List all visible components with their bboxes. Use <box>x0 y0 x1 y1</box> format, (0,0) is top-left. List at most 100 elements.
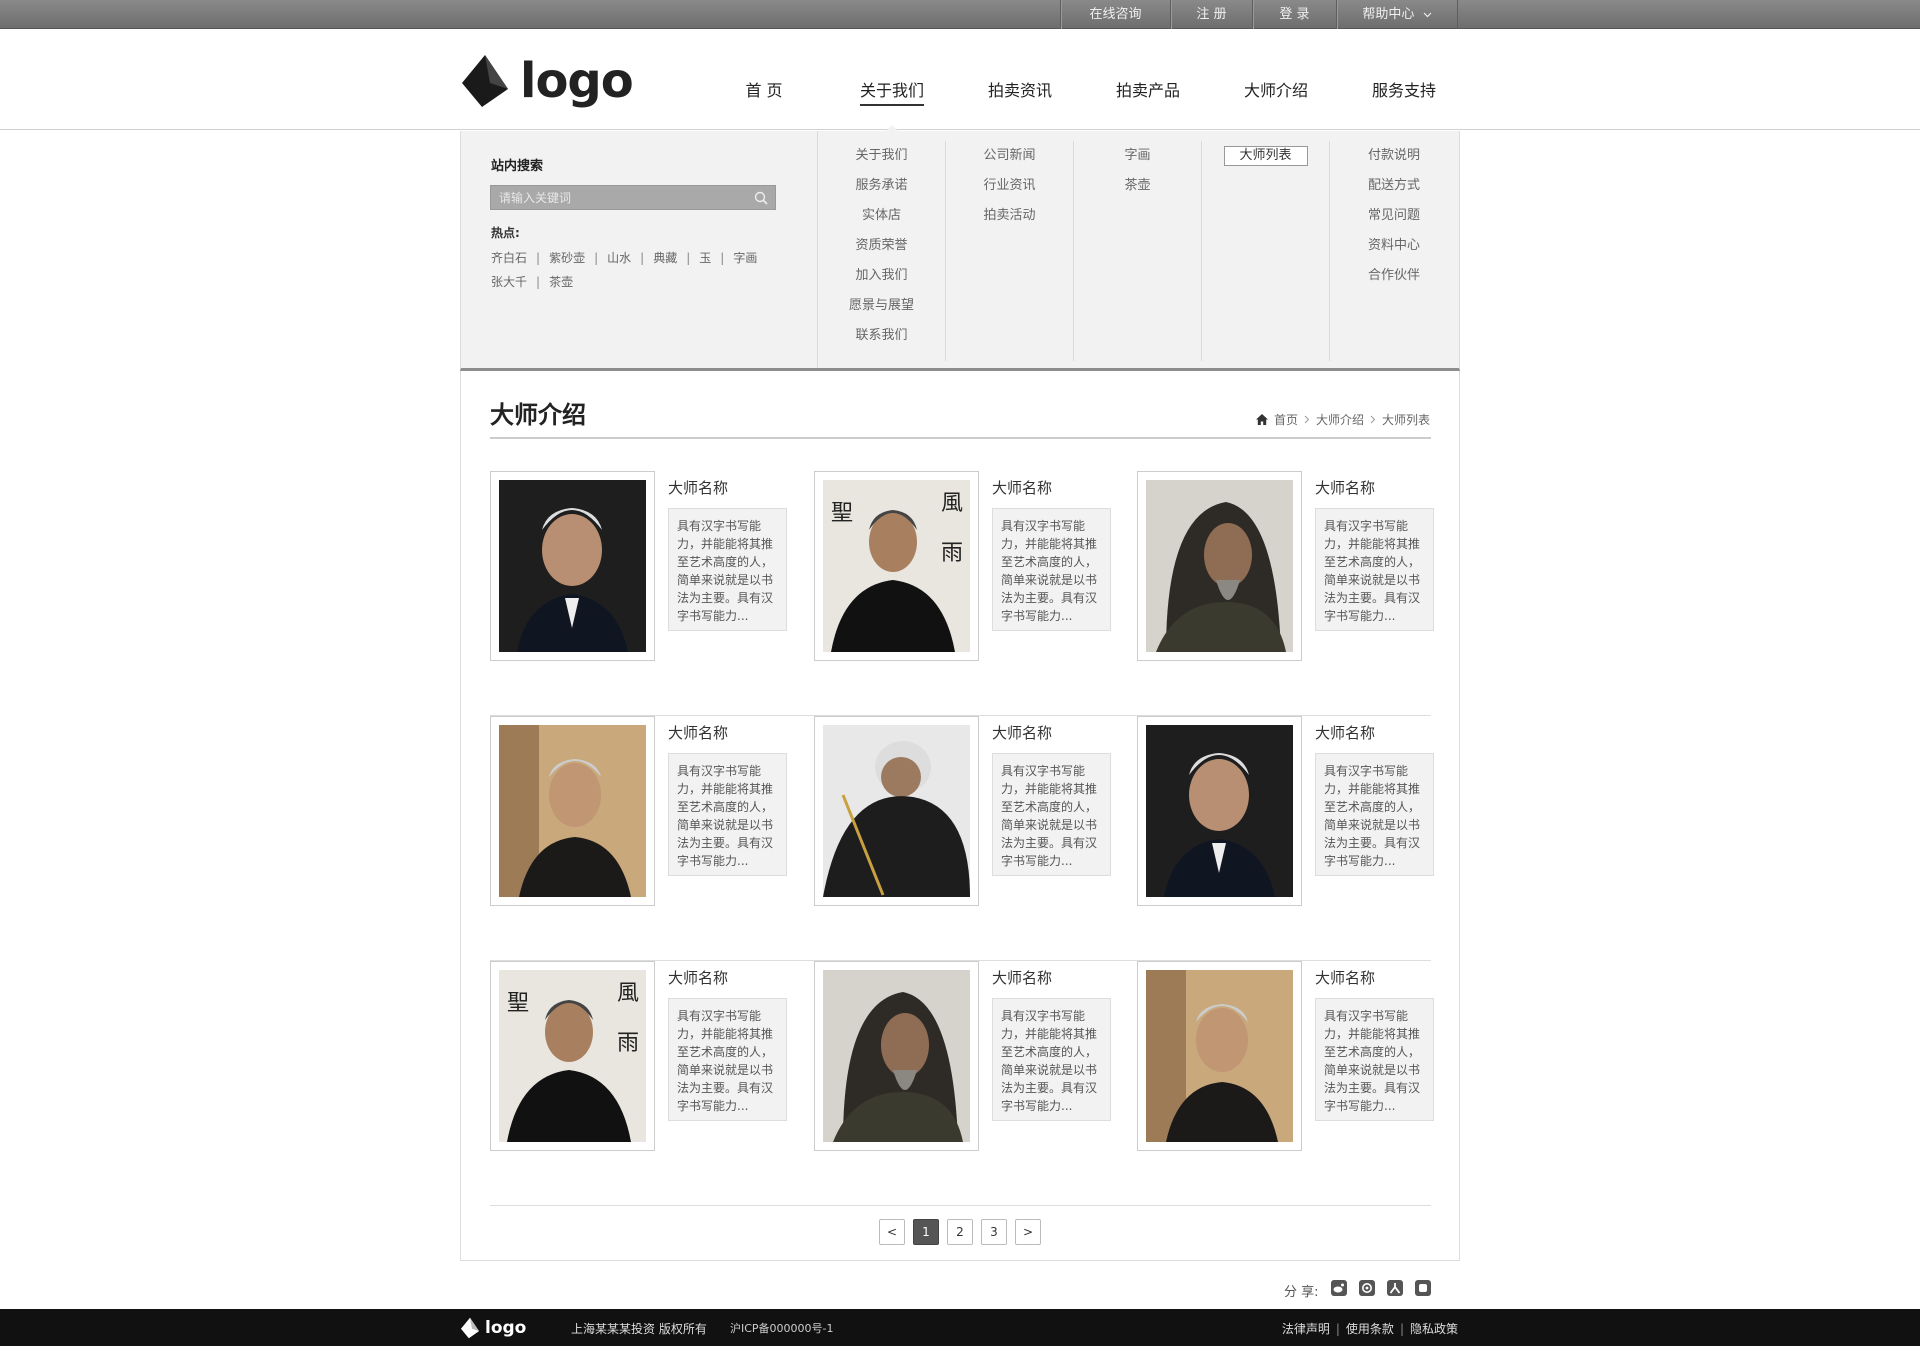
master-desc-bubble: 具有汉字书写能力，并能能将其推至艺术高度的人，简单来说就是以书法为主要。具有汉字… <box>668 508 787 631</box>
logo-text: logo <box>520 53 634 109</box>
master-photo-link[interactable] <box>490 716 655 906</box>
nav-about[interactable]: 关于我们 <box>828 29 956 131</box>
nav-service-label: 服务支持 <box>1371 81 1436 100</box>
svg-text:風: 風 <box>617 981 639 1006</box>
share-renren-icon[interactable] <box>1386 1280 1403 1300</box>
nav-masters[interactable]: 大师介绍 <box>1212 29 1340 130</box>
hot-keyword[interactable]: 玉 <box>699 251 711 265</box>
footer-links: 法律声明 | 使用条款 | 隐私政策 <box>1282 1320 1458 1337</box>
master-photo-link[interactable] <box>1137 716 1302 906</box>
master-desc-bubble: 具有汉字书写能力，并能能将其推至艺术高度的人，简单来说就是以书法为主要。具有汉字… <box>1315 998 1434 1121</box>
master-photo-link[interactable] <box>814 961 979 1151</box>
hot-keyword[interactable]: 紫砂壶 <box>549 251 585 265</box>
menu-item[interactable]: 加入我们 <box>818 261 945 291</box>
search-icon[interactable] <box>753 190 769 206</box>
hot-keyword[interactable]: 字画 <box>733 251 757 265</box>
master-name[interactable]: 大师名称 <box>992 722 1052 743</box>
master-name[interactable]: 大师名称 <box>992 967 1052 988</box>
login-link[interactable]: 登 录 <box>1252 0 1336 29</box>
chevron-right-icon <box>1304 415 1310 424</box>
master-name[interactable]: 大师名称 <box>668 477 728 498</box>
menu-item[interactable]: 茶壶 <box>1074 171 1201 201</box>
menu-item[interactable]: 关于我们 <box>818 141 945 171</box>
breadcrumb-home[interactable]: 首页 <box>1274 411 1298 428</box>
search-input[interactable] <box>491 186 741 209</box>
nav-auction-news[interactable]: 拍卖资讯 <box>956 29 1084 130</box>
master-portrait-image <box>823 725 970 897</box>
menu-item-master-list[interactable]: 大师列表 <box>1202 141 1329 171</box>
site-logo[interactable]: logo <box>460 53 634 109</box>
menu-item[interactable]: 联系我们 <box>818 321 945 351</box>
search-title: 站内搜索 <box>491 159 544 174</box>
menu-item[interactable]: 字画 <box>1074 141 1201 171</box>
master-photo-link[interactable]: 聖 風雨 <box>490 961 655 1151</box>
master-portrait-image <box>499 725 646 897</box>
nav-auction-news-label: 拍卖资讯 <box>987 81 1052 100</box>
master-name[interactable]: 大师名称 <box>668 722 728 743</box>
menu-col-news: 公司新闻 行业资讯 拍卖活动 <box>946 141 1074 361</box>
share-weibo-icon[interactable] <box>1330 1280 1347 1300</box>
online-consult-link[interactable]: 在线咨询 <box>1060 0 1170 29</box>
master-desc: 具有汉字书写能力，并能能将其推至艺术高度的人，简单来说就是以书法为主要。具有汉字… <box>1001 764 1098 868</box>
register-link[interactable]: 注 册 <box>1170 0 1252 29</box>
master-portrait-image: 聖 風雨 <box>499 970 646 1142</box>
top-bar: 在线咨询 注 册 登 录 帮助中心 <box>0 0 1920 29</box>
nav-home[interactable]: 首 页 <box>700 29 828 130</box>
menu-item[interactable]: 资质荣誉 <box>818 231 945 261</box>
master-photo-link[interactable] <box>1137 471 1302 661</box>
menu-item[interactable]: 实体店 <box>818 201 945 231</box>
share-qzone-icon[interactable] <box>1358 1280 1375 1300</box>
nav-auction-products[interactable]: 拍卖产品 <box>1084 29 1212 130</box>
privacy-link[interactable]: 隐私政策 <box>1410 1322 1458 1336</box>
hot-keyword[interactable]: 张大千 <box>491 275 527 289</box>
menu-col-about: 关于我们 服务承诺 实体店 资质荣誉 加入我们 愿景与展望 联系我们 <box>818 141 946 361</box>
master-name[interactable]: 大师名称 <box>1315 967 1375 988</box>
site-search-area: 站内搜索 热点: 齐白石 | 紫砂壶 | 山水 | 典藏 | 玉 | 字画 张大千 | 茶壶 <box>461 131 818 368</box>
page-button-2[interactable]: 2 <box>947 1219 973 1245</box>
master-desc-bubble: 具有汉字书写能力，并能能将其推至艺术高度的人，简单来说就是以书法为主要。具有汉字… <box>668 753 787 876</box>
hot-keyword[interactable]: 山水 <box>607 251 631 265</box>
help-center-link[interactable]: 帮助中心 <box>1336 0 1458 29</box>
menu-item[interactable]: 拍卖活动 <box>946 201 1073 231</box>
menu-item[interactable]: 常见问题 <box>1330 201 1458 231</box>
menu-item[interactable]: 付款说明 <box>1330 141 1458 171</box>
menu-item[interactable]: 资料中心 <box>1330 231 1458 261</box>
master-desc: 具有汉字书写能力，并能能将其推至艺术高度的人，简单来说就是以书法为主要。具有汉字… <box>677 519 774 623</box>
nav-service[interactable]: 服务支持 <box>1340 29 1468 130</box>
master-name[interactable]: 大师名称 <box>1315 722 1375 743</box>
separator: | <box>720 251 725 265</box>
master-name[interactable]: 大师名称 <box>668 967 728 988</box>
menu-item[interactable]: 公司新闻 <box>946 141 1073 171</box>
menu-item[interactable]: 愿景与展望 <box>818 291 945 321</box>
master-photo-link[interactable] <box>814 716 979 906</box>
menu-item[interactable]: 配送方式 <box>1330 171 1458 201</box>
header: logo 首 页 关于我们 拍卖资讯 拍卖产品 大师介绍 服务支持 <box>0 29 1920 131</box>
terms-link[interactable]: 使用条款 <box>1346 1322 1394 1336</box>
master-photo-link[interactable] <box>490 471 655 661</box>
menu-item[interactable]: 合作伙伴 <box>1330 261 1458 291</box>
menu-item[interactable]: 服务承诺 <box>818 171 945 201</box>
page-button-1[interactable]: 1 <box>913 1219 939 1245</box>
footer-logo[interactable]: logo <box>460 1317 526 1339</box>
page-button-3[interactable]: 3 <box>981 1219 1007 1245</box>
master-photo-link[interactable] <box>1137 961 1302 1151</box>
search-box <box>490 185 776 210</box>
menu-item[interactable]: 行业资讯 <box>946 171 1073 201</box>
main-nav: 首 页 关于我们 拍卖资讯 拍卖产品 大师介绍 服务支持 <box>700 29 1468 131</box>
master-photo-link[interactable]: 聖 風雨 <box>814 471 979 661</box>
nav-about-label: 关于我们 <box>859 81 924 106</box>
hot-keyword[interactable]: 齐白石 <box>491 251 527 265</box>
prev-page-button[interactable]: < <box>879 1219 905 1245</box>
master-name[interactable]: 大师名称 <box>992 477 1052 498</box>
next-page-button[interactable]: > <box>1015 1219 1041 1245</box>
master-name[interactable]: 大师名称 <box>1315 477 1375 498</box>
svg-text:聖: 聖 <box>507 991 529 1016</box>
hot-keyword[interactable]: 茶壶 <box>549 275 573 289</box>
master-desc-bubble: 具有汉字书写能力，并能能将其推至艺术高度的人，简单来说就是以书法为主要。具有汉字… <box>1315 508 1434 631</box>
master-card: 大师名称 具有汉字书写能力，并能能将其推至艺术高度的人，简单来说就是以书法为主要… <box>1137 961 1437 1151</box>
legal-link[interactable]: 法律声明 <box>1282 1322 1330 1336</box>
hot-keyword[interactable]: 典藏 <box>653 251 677 265</box>
master-desc: 具有汉字书写能力，并能能将其推至艺术高度的人，简单来说就是以书法为主要。具有汉字… <box>677 1009 774 1113</box>
share-douban-icon[interactable] <box>1414 1280 1431 1300</box>
breadcrumb-masters[interactable]: 大师介绍 <box>1316 411 1364 428</box>
